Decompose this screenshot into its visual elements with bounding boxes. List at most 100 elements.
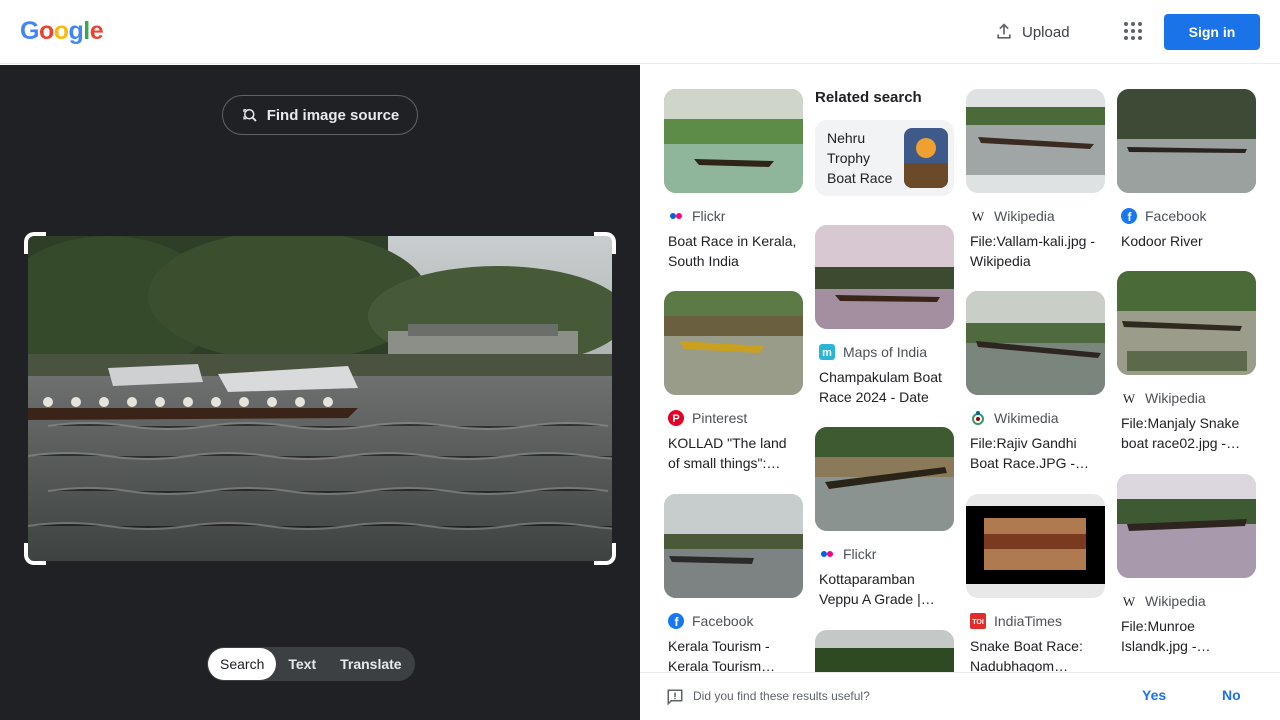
result-thumbnail [1117,271,1256,375]
result-source: Wikipedia [994,208,1055,224]
facebook-icon: f [1121,208,1137,224]
result-thumbnail [966,494,1105,598]
svg-text:m: m [822,347,832,359]
related-search-item[interactable]: Nehru Trophy Boat Race [815,120,954,196]
result-thumbnail [815,225,954,329]
result-title: Kerala Tourism - Kerala Tourism added [668,638,770,672]
result-card[interactable]: W Wikipedia File:Vallam-kali.jpg - Wikipe… [966,89,1105,271]
result-card[interactable]: W Wikipedia File:Manjaly Snake boat race0… [1117,271,1256,453]
tab-search[interactable]: Search [208,648,277,680]
result-source: Flickr [843,546,877,562]
result-thumbnail [815,427,954,531]
result-thumbnail [664,291,803,395]
result-source: Wikipedia [1145,593,1206,609]
logo-letter: G [20,17,39,45]
result-source: IndiaTimes [994,613,1062,629]
feedback-yes-button[interactable]: Yes [1142,687,1166,703]
flickr-icon [819,546,835,562]
result-card[interactable]: Flickr Boat Race in Kerala, South India [664,89,803,271]
related-search-thumbnail [904,128,948,188]
find-image-source-button[interactable]: Find image source [222,95,418,135]
sign-in-button[interactable]: Sign in [1164,14,1260,50]
result-title: Kodoor River [1121,233,1203,249]
result-card[interactable]: TOI IndiaTimes Snake Boat Race: Nadubhago… [966,494,1105,672]
query-photo [28,236,612,561]
related-search-label: Nehru Trophy Boat Race [827,130,893,186]
crop-handle[interactable] [24,543,46,565]
tab-text[interactable]: Text [276,648,328,680]
logo-letter: g [68,17,84,45]
result-thumbnail [966,89,1105,193]
result-source: Wikipedia [1145,390,1206,406]
result-thumbnail [664,494,803,598]
result-source: Facebook [1145,208,1207,224]
wikipedia-icon: W [970,208,986,224]
facebook-icon: f [668,613,684,629]
wikipedia-icon: W [1121,593,1137,609]
related-search: Related search Nehru Trophy Boat Race [815,89,954,196]
result-title: File:Munroe Islandk.jpg - Wikipedia [1121,618,1197,654]
feedback-icon [667,689,683,706]
result-card[interactable]: Flickr Kottaparamban Veppu A Grade | Fli… [815,427,954,609]
result-source: Maps of India [843,344,928,360]
result-card[interactable]: f Facebook Kodoor River [1117,89,1256,271]
result-title: Snake Boat Race: Nadubhagom Chundan [970,638,1083,672]
result-thumbnail [664,89,803,193]
google-logo[interactable]: Google [20,17,104,46]
lens-search-icon [243,109,257,122]
result-thumbnail [815,630,954,672]
svg-text:TOI: TOI [972,619,984,626]
pinterest-icon: P [668,410,684,426]
find-source-label: Find image source [266,106,400,124]
result-title: Champakulam Boat Race 2024 - Date [819,369,942,405]
result-card[interactable]: m Maps of India Champakulam Boat Race 202… [815,225,954,407]
result-card[interactable]: W Wikipedia File:Munroe Islandk.jpg - Wik… [1117,474,1256,656]
apps-grid-icon[interactable] [1118,18,1146,46]
result-card[interactable]: Wikimedia File:Rajiv Gandhi Boat Race.JP… [966,291,1105,473]
result-thumbnail [1117,89,1256,193]
result-source: Wikimedia [994,410,1059,426]
query-image-panel: Find image source Search Text Translate [0,65,640,720]
crop-handle[interactable] [594,543,616,565]
result-title: Boat Race in Kerala, South India [668,233,797,269]
svg-text:P: P [672,413,679,425]
mapsofindia-icon: m [819,344,835,360]
logo-letter: o [38,17,54,45]
related-search-heading: Related search [815,89,922,106]
logo-letter: o [53,17,69,45]
result-card[interactable] [815,630,954,672]
top-bar: Google Upload Sign in [0,0,1280,64]
wikimedia-icon [970,410,986,426]
upload-icon [997,23,1011,39]
crop-selection[interactable] [24,232,616,565]
svg-text:W: W [972,209,985,224]
result-title: File:Vallam-kali.jpg - Wikipedia [970,233,1095,269]
svg-text:W: W [1123,594,1136,609]
result-thumbnail [1117,474,1256,578]
indiatimes-icon: TOI [970,613,986,629]
upload-button[interactable]: Upload [986,16,1078,48]
result-source: Flickr [692,208,726,224]
feedback-bar: Did you find these results useful? Yes N… [640,672,1280,720]
feedback-question: Did you find these results useful? [693,689,870,703]
crop-handle[interactable] [24,232,46,254]
feedback-no-button[interactable]: No [1222,687,1241,703]
upload-label: Upload [1022,23,1070,41]
tab-translate[interactable]: Translate [328,648,413,680]
result-title: File:Manjaly Snake boat race02.jpg - Wik… [1121,415,1240,451]
crop-handle[interactable] [594,232,616,254]
logo-letter: e [89,17,104,45]
wikipedia-icon: W [1121,390,1137,406]
svg-text:W: W [1123,391,1136,406]
results-grid: Flickr Boat Race in Kerala, South India … [640,65,1280,672]
result-title: Kottaparamban Veppu A Grade | Flickr [819,571,921,607]
flickr-icon [668,208,684,224]
mode-tabs: Search Text Translate [207,647,415,681]
result-title: File:Rajiv Gandhi Boat Race.JPG - Wikime… [970,435,1077,471]
result-thumbnail [966,291,1105,395]
result-card[interactable]: f Facebook Kerala Tourism - Kerala Touris… [664,494,803,672]
result-source: Facebook [692,613,754,629]
result-card[interactable]: P Pinterest KOLLAD "The land of small thi… [664,291,803,473]
result-title: KOLLAD "The land of small things": Boat [668,435,787,471]
result-source: Pinterest [692,410,748,426]
